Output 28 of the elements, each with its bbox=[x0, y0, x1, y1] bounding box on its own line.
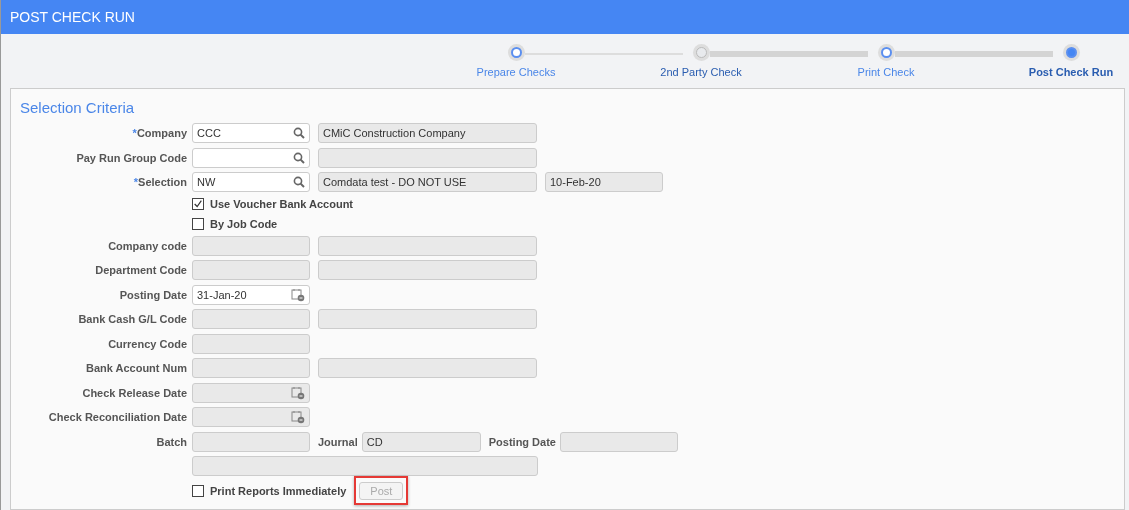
field-label: Bank Account Num bbox=[84, 362, 187, 374]
field-label: Company code bbox=[107, 239, 187, 252]
text-field[interactable]: CD bbox=[361, 431, 481, 452]
field-label: Department Code bbox=[94, 264, 187, 276]
step-link[interactable]: 2nd Party Check bbox=[660, 66, 742, 78]
field-label: Posting Date bbox=[118, 288, 187, 301]
checkbox-label: Print Reports Immediately bbox=[210, 484, 347, 497]
lookup-field[interactable]: NW bbox=[192, 172, 310, 192]
text-field[interactable]: 10-Feb-20 bbox=[545, 172, 663, 192]
field-label: Bank Cash G/L Code bbox=[77, 313, 187, 325]
field-label: Check Reconciliation Date bbox=[47, 411, 187, 423]
window-title: POST CHECK RUN bbox=[10, 9, 135, 25]
section-title: Selection Criteria bbox=[20, 99, 136, 116]
text-field[interactable]: CMiC Construction Company bbox=[318, 123, 537, 143]
field-label: Check Release Date bbox=[81, 386, 187, 399]
checkbox-label: Use Voucher Bank Account bbox=[210, 198, 354, 210]
field-label: Batch bbox=[155, 435, 187, 448]
date-field[interactable]: 31-Jan-20 bbox=[192, 284, 310, 305]
lookup-field[interactable]: CCC bbox=[192, 123, 310, 143]
field-label: Pay Run Group Code bbox=[75, 151, 187, 164]
field-label: Journal bbox=[318, 435, 358, 448]
checkbox-label: By Job Code bbox=[210, 217, 278, 230]
field-label: Currency Code bbox=[107, 337, 187, 350]
field-label: Posting Date bbox=[488, 435, 556, 448]
field-label: *Company bbox=[131, 127, 187, 139]
step-link[interactable]: Post Check Run bbox=[1028, 66, 1114, 78]
field-label: *Selection bbox=[132, 176, 187, 188]
text-field[interactable]: Comdata test - DO NOT USE bbox=[318, 172, 537, 192]
